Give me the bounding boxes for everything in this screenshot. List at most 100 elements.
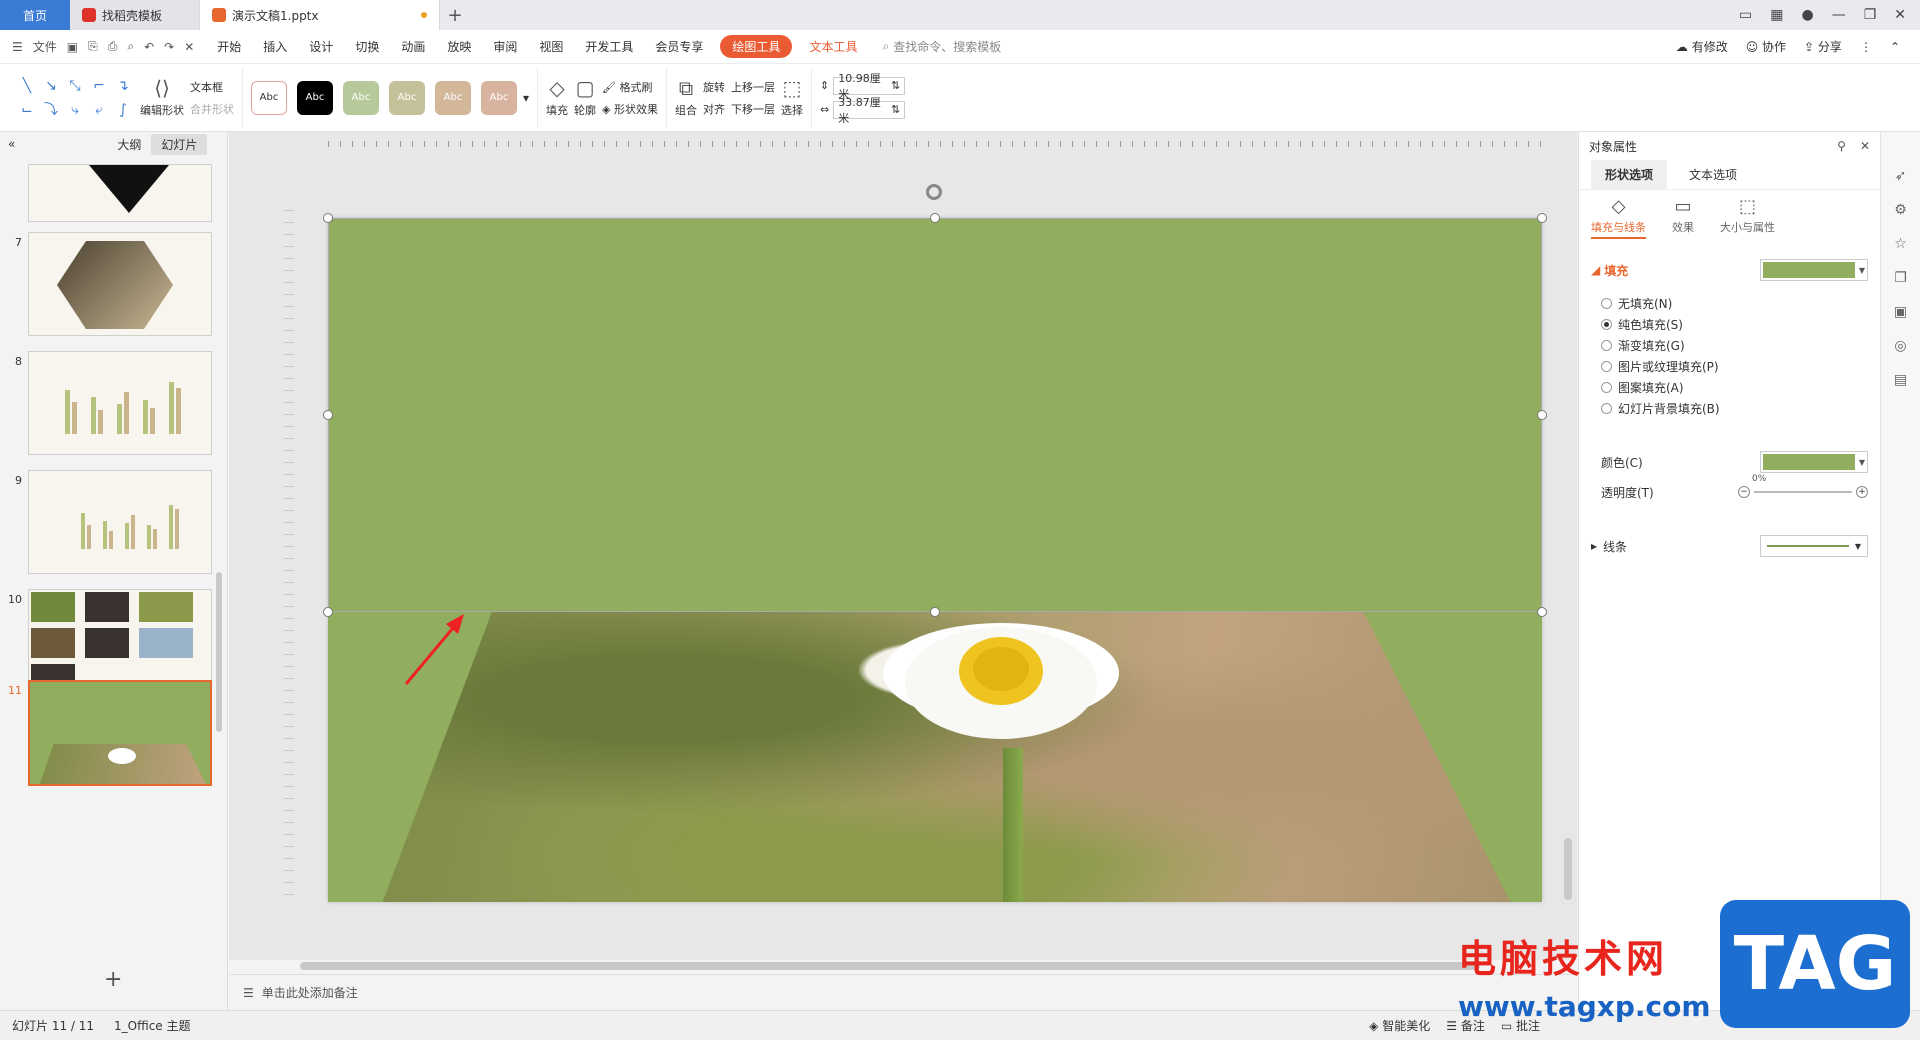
image-icon[interactable]: ▣ bbox=[1894, 304, 1907, 320]
slide-thumbnail-current[interactable] bbox=[28, 680, 212, 786]
tab-template[interactable]: 找稻壳模板 bbox=[70, 0, 200, 30]
fill-option-none[interactable]: 无填充(N) bbox=[1579, 293, 1880, 314]
menu-transition[interactable]: 切换 bbox=[344, 38, 390, 55]
bring-forward-button[interactable]: 上移一层 bbox=[731, 79, 775, 95]
resize-handle-tr[interactable] bbox=[1537, 213, 1547, 223]
menu-file[interactable]: 文件 bbox=[33, 38, 57, 55]
add-slide-button[interactable]: + bbox=[104, 967, 122, 992]
freeform-shape-icon[interactable]: ∫ bbox=[112, 99, 134, 121]
slides-scrollbar[interactable] bbox=[216, 572, 222, 732]
menu-review[interactable]: 审阅 bbox=[482, 38, 528, 55]
slide-thumbnail[interactable] bbox=[28, 589, 212, 693]
shape-effect-button[interactable]: ◈ 形状效果 bbox=[602, 101, 658, 117]
tab-home[interactable]: 首页 bbox=[0, 0, 70, 30]
menu-view[interactable]: 视图 bbox=[528, 38, 574, 55]
tab-slides[interactable]: 幻灯片 bbox=[151, 133, 208, 155]
rotate-handle-icon[interactable] bbox=[926, 184, 942, 200]
menu-insert[interactable]: 插入 bbox=[252, 38, 298, 55]
height-stepper-icon[interactable]: ⇅ bbox=[891, 79, 900, 92]
new-tab-button[interactable]: + bbox=[440, 0, 470, 30]
horizontal-scrollbar[interactable] bbox=[300, 962, 1480, 970]
notes-bar[interactable]: ☰ 单击此处添加备注 bbox=[229, 974, 1577, 1010]
fill-option-background[interactable]: 幻灯片背景填充(B) bbox=[1579, 398, 1880, 419]
subtab-fill-line[interactable]: ◇ 填充与线条 bbox=[1591, 196, 1646, 239]
layout-icon[interactable]: ▭ bbox=[1739, 7, 1752, 23]
edit-shape-button[interactable]: ⟨⟩ 编辑形状 bbox=[140, 77, 184, 118]
minus-icon[interactable]: − bbox=[1738, 486, 1750, 498]
rotate-button[interactable]: 旋转 bbox=[703, 79, 725, 95]
slide[interactable] bbox=[328, 218, 1542, 902]
curve-double-shape-icon[interactable]: ⤶ bbox=[88, 99, 110, 121]
style-preset-4[interactable]: Abc bbox=[389, 80, 425, 115]
pane-close-icon[interactable]: ✕ bbox=[1860, 139, 1870, 153]
fill-option-gradient[interactable]: 渐变填充(G) bbox=[1579, 335, 1880, 356]
slider-track[interactable] bbox=[1754, 491, 1852, 493]
book-icon[interactable]: ▤ bbox=[1894, 372, 1907, 388]
print-icon[interactable]: ⎙ bbox=[108, 39, 118, 54]
format-painter-button[interactable]: 🖌 格式刷 bbox=[602, 79, 658, 95]
merge-shape-button[interactable]: 合并形状 bbox=[190, 101, 234, 117]
transparency-slider[interactable]: 0% − + bbox=[1738, 474, 1868, 498]
style-preset-1[interactable]: Abc bbox=[251, 80, 287, 115]
slide-thumbnail[interactable] bbox=[28, 351, 212, 455]
group-button[interactable]: ⧉ 组合 bbox=[675, 77, 697, 118]
height-input[interactable]: 10.98厘米 ⇅ bbox=[833, 72, 906, 101]
fill-color-picker[interactable]: ▼ bbox=[1760, 259, 1868, 281]
resize-handle-br[interactable] bbox=[1537, 607, 1547, 617]
tab-outline[interactable]: 大纲 bbox=[107, 134, 151, 155]
slide-thumbnail[interactable] bbox=[28, 232, 212, 336]
line-section-header[interactable]: ▸ 线条 ▼ bbox=[1579, 531, 1880, 561]
fill-option-pattern[interactable]: 图案填充(A) bbox=[1579, 377, 1880, 398]
hamburger-icon[interactable]: ☰ bbox=[12, 40, 23, 54]
command-search[interactable]: ⌕ 查找命令、搜索模板 bbox=[882, 38, 1001, 55]
avatar[interactable]: ● bbox=[1801, 7, 1813, 23]
text-box-button[interactable]: 文本框 bbox=[190, 79, 234, 95]
collapse-ribbon-icon[interactable]: ⌃ bbox=[1890, 40, 1900, 54]
vertical-scrollbar[interactable] bbox=[1564, 838, 1572, 900]
menu-animation[interactable]: 动画 bbox=[390, 38, 436, 55]
tab-shape-options[interactable]: 形状选项 bbox=[1591, 160, 1668, 189]
resize-handle-b[interactable] bbox=[930, 607, 940, 617]
arrow-shape-icon[interactable]: ↘ bbox=[40, 75, 62, 97]
style-preset-6[interactable]: Abc bbox=[481, 80, 517, 115]
pin-icon[interactable]: ⚲ bbox=[1837, 139, 1846, 153]
subtab-size[interactable]: ⬚ 大小与属性 bbox=[1720, 196, 1775, 239]
redo-icon[interactable]: ↷ bbox=[164, 40, 174, 54]
align-button[interactable]: 对齐 bbox=[703, 101, 725, 117]
menu-member[interactable]: 会员专享 bbox=[644, 38, 714, 55]
properties-icon[interactable]: ⚙ bbox=[1894, 202, 1907, 218]
style-preset-3[interactable]: Abc bbox=[343, 80, 379, 115]
menu-home[interactable]: 开始 bbox=[206, 38, 252, 55]
undo-icon[interactable]: ↶ bbox=[144, 40, 154, 54]
style-more-icon[interactable]: ▾ bbox=[523, 91, 529, 105]
select-button[interactable]: ⬚ 选择 bbox=[781, 77, 803, 118]
export-icon[interactable]: ⎘ bbox=[88, 39, 98, 54]
slide-thumbnail[interactable] bbox=[28, 164, 212, 222]
menu-slideshow[interactable]: 放映 bbox=[436, 38, 482, 55]
style-preset-2[interactable]: Abc bbox=[297, 80, 333, 115]
color-picker[interactable]: ▼ bbox=[1760, 451, 1868, 473]
minimize-icon[interactable]: — bbox=[1832, 7, 1846, 23]
style-preset-5[interactable]: Abc bbox=[435, 80, 471, 115]
restore-icon[interactable]: ❐ bbox=[1864, 7, 1877, 23]
elbow-double-shape-icon[interactable]: ⌙ bbox=[16, 99, 38, 121]
save-icon[interactable]: ▣ bbox=[67, 40, 78, 54]
resize-handle-tl[interactable] bbox=[323, 213, 333, 223]
line-shape-icon[interactable]: ╲ bbox=[16, 75, 38, 97]
elbow-arrow-shape-icon[interactable]: ↴ bbox=[112, 75, 134, 97]
curve-shape-icon[interactable]: ⤵ bbox=[40, 99, 62, 121]
collapse-panel-icon[interactable]: « bbox=[8, 137, 15, 151]
copy-icon[interactable]: ❐ bbox=[1894, 270, 1907, 286]
menu-design[interactable]: 设计 bbox=[298, 38, 344, 55]
tab-text-options[interactable]: 文本选项 bbox=[1675, 160, 1751, 189]
tab-presentation[interactable]: 演示文稿1.pptx bbox=[200, 0, 440, 30]
clear-format-icon[interactable]: ✕ bbox=[184, 40, 194, 54]
menu-text-tools[interactable]: 文本工具 bbox=[798, 38, 868, 55]
double-arrow-shape-icon[interactable]: ⤡ bbox=[64, 75, 86, 97]
menu-developer[interactable]: 开发工具 bbox=[574, 38, 644, 55]
pin-star-icon[interactable]: ☆ bbox=[1894, 236, 1907, 252]
slide-thumbnail[interactable] bbox=[28, 470, 212, 574]
fill-option-solid[interactable]: 纯色填充(S) bbox=[1579, 314, 1880, 335]
fill-button[interactable]: ◇ 填充 bbox=[546, 77, 568, 118]
line-style-picker[interactable]: ▼ bbox=[1760, 535, 1868, 557]
